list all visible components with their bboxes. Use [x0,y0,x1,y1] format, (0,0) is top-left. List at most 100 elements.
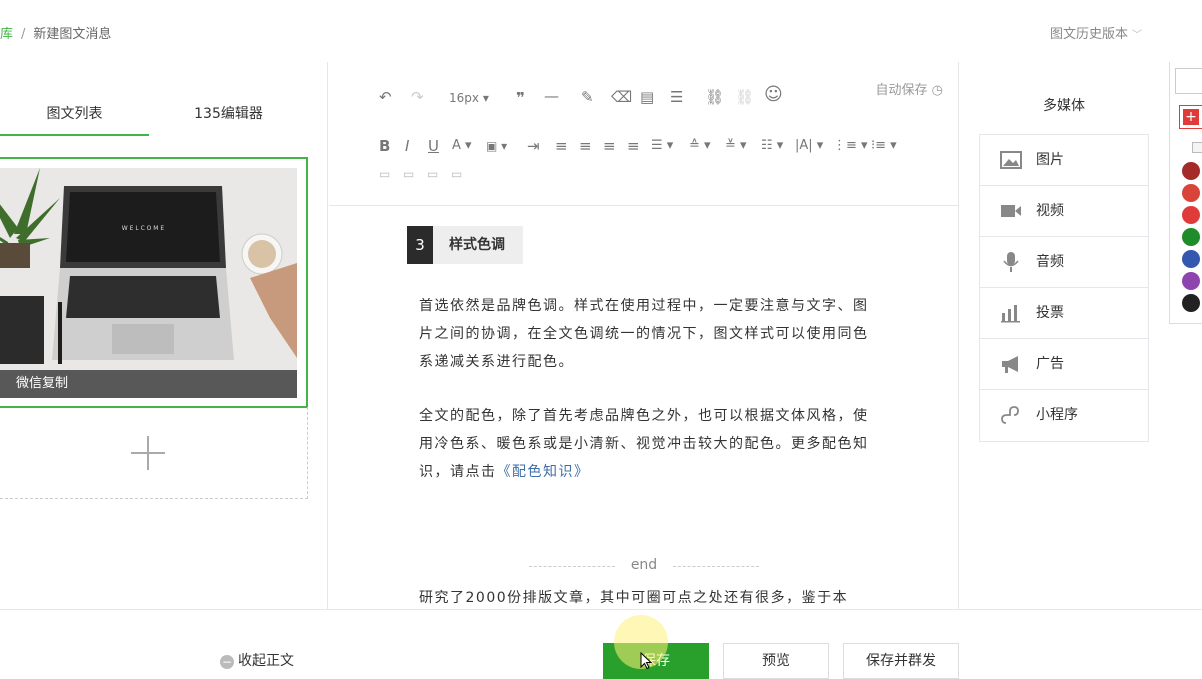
chevron-down-icon: ﹀ [1132,30,1142,41]
color-knowledge-link[interactable]: 《配色知识》 [497,464,590,480]
breadcrumb-separator: / [21,27,26,42]
media-panel: 多媒体 图片 视频 音频 投票 广告 小程序 [960,62,1168,609]
history-version-label: 图文历史版本 [1049,27,1128,42]
breadcrumb-link-library[interactable]: 素材库 [0,27,13,42]
horizontal-rule-icon[interactable]: — [544,87,559,105]
color-swatch[interactable] [1182,184,1200,202]
unlink-icon[interactable]: ⛓ [735,88,754,106]
media-title: 多媒体 [1043,98,1085,114]
undo-icon[interactable]: ↶ [379,88,392,106]
footer-bar: −收起正文 保存 预览 保存并群发 [0,609,1202,679]
underline-icon[interactable]: U [428,137,439,155]
color-input[interactable] [1175,68,1202,94]
align-right-icon[interactable]: ≡ [603,137,616,155]
article-card[interactable]: W E L C O M E 微信复制 [0,157,308,408]
section-title: 样式色调 [449,237,505,253]
clock-icon: ◷ [931,83,943,98]
editor-panel: ↶ ↷ 16px ▾ ❞ — ✎ ⌫ ▤ ☰ ⛓ ⛓ ☺ 自动保存 ◷ B I … [329,62,959,609]
color-swatch[interactable] [1182,294,1200,312]
unordered-list-icon[interactable]: ⁝≡ ▾ [871,137,897,155]
collapse-icon: − [220,655,234,669]
background-color-icon[interactable]: ▣ ▾ [486,137,507,155]
breadcrumb-current: 新建图文消息 [33,27,112,42]
video-icon [1001,205,1021,217]
microphone-icon [1003,252,1019,272]
media-item-audio[interactable]: 音频 [980,237,1148,288]
align-justify-icon[interactable]: ≡ [627,137,640,155]
align-left-icon[interactable]: ≡ [555,137,568,155]
color-swatch[interactable] [1182,206,1200,224]
line-height-icon[interactable]: ☷ ▾ [761,137,783,155]
add-article-area[interactable] [0,407,308,499]
save-and-send-button[interactable]: 保存并群发 [843,643,959,679]
paragraph-1: 首选依然是品牌色调。样式在使用过程中，一定要注意与文字、图片之间的协调，在全文色… [419,298,869,370]
font-color-icon[interactable]: A ▾ [452,137,472,155]
letter-spacing-icon[interactable]: |A| ▾ [795,137,823,155]
media-list: 图片 视频 音频 投票 广告 小程序 [979,134,1149,442]
divider-line-right [673,566,759,567]
media-item-label: 投票 [1036,305,1064,321]
autosave-indicator: 自动保存 ◷ [876,79,944,98]
ordered-list-icon[interactable]: ⋮≡ ▾ [833,137,868,155]
color-palette-strip: + [1169,62,1202,324]
plus-icon: + [1183,109,1199,125]
format-painter-icon[interactable]: ✎ [581,88,594,106]
indent-dropdown-icon[interactable]: ☰ ▾ [651,137,673,155]
autosave-label: 自动保存 [875,83,928,98]
color-swatch[interactable] [1182,162,1200,180]
media-item-label: 图片 [1036,152,1064,168]
media-item-video[interactable]: 视频 [980,186,1148,237]
mouse-cursor-icon [640,652,652,669]
media-item-mini-program[interactable]: 小程序 [980,390,1148,441]
preview-button[interactable]: 预览 [723,643,829,679]
svg-text:W E L C O M E: W E L C O M E [122,225,165,232]
tab-article-list[interactable]: 图文列表 [0,100,149,136]
link-icon[interactable]: ⛓ [705,88,724,106]
article-cover-image: W E L C O M E 微信复制 [0,168,297,398]
redo-icon[interactable]: ↷ [411,88,424,106]
add-color-button[interactable]: + [1179,105,1202,129]
font-size-select[interactable]: 16px ▾ [449,89,489,107]
mini-program-icon [1001,406,1019,424]
indent-icon[interactable]: ⇥ [527,137,540,155]
align-center-icon[interactable]: ≡ [579,137,592,155]
color-checkbox[interactable] [1192,142,1202,153]
image-inline-icon[interactable]: ▭ [403,165,414,183]
color-swatch[interactable] [1182,272,1200,290]
article-title-caption: 微信复制 [0,370,297,398]
color-swatch[interactable] [1182,250,1200,268]
emoji-icon[interactable]: ☺ [764,86,783,104]
media-item-label: 广告 [1036,356,1064,372]
italic-icon[interactable]: I [405,137,409,155]
section-heading: 3 样式色调 [407,226,523,264]
clear-format-icon[interactable]: ⌫ [611,88,632,106]
paragraph-2-text: 全文的配色，除了首先考虑品牌色之外，也可以根据文体风格，使用冷色系、暖色系或是小… [419,408,869,480]
image-icon [1000,151,1022,169]
collapse-label: 收起正文 [238,653,294,669]
image-center-icon[interactable]: ▭ [451,165,462,183]
breadcrumb: 素材库 / 新建图文消息 [0,23,111,42]
paragraph-spacing-top-icon[interactable]: ≙ ▾ [689,137,711,155]
media-item-label: 音频 [1036,254,1064,270]
media-item-vote[interactable]: 投票 [980,288,1148,339]
blockquote-icon[interactable]: ❞ [516,89,525,107]
paragraph-spacing-bottom-icon[interactable]: ≚ ▾ [725,137,747,155]
font-size-value: 16px [449,91,479,105]
image-float-right-icon[interactable]: ▭ [427,165,438,183]
paragraph-2: 全文的配色，除了首先考虑品牌色之外，也可以根据文体风格，使用冷色系、暖色系或是小… [419,402,879,486]
document-icon[interactable]: ☰ [670,88,683,106]
history-version-dropdown[interactable]: 图文历史版本 ﹀ [1050,23,1142,42]
tab-135-editor[interactable]: 135编辑器 [149,100,308,136]
color-swatch[interactable] [1182,228,1200,246]
image-float-left-icon[interactable]: ▭ [379,165,390,183]
laptop-photo: W E L C O M E [0,168,297,398]
collapse-content-button[interactable]: − 收起正文 [220,650,294,670]
insert-template-icon[interactable]: ▤ [640,88,654,106]
left-tabs: 图文列表 135编辑器 [0,100,308,136]
megaphone-icon [1002,356,1018,373]
bold-icon[interactable]: B [379,137,390,155]
header: 素材库 / 新建图文消息 图文历史版本 ﹀ [0,0,1202,62]
divider-line-left [529,566,615,567]
media-item-image[interactable]: 图片 [980,135,1148,186]
media-item-ad[interactable]: 广告 [980,339,1148,390]
